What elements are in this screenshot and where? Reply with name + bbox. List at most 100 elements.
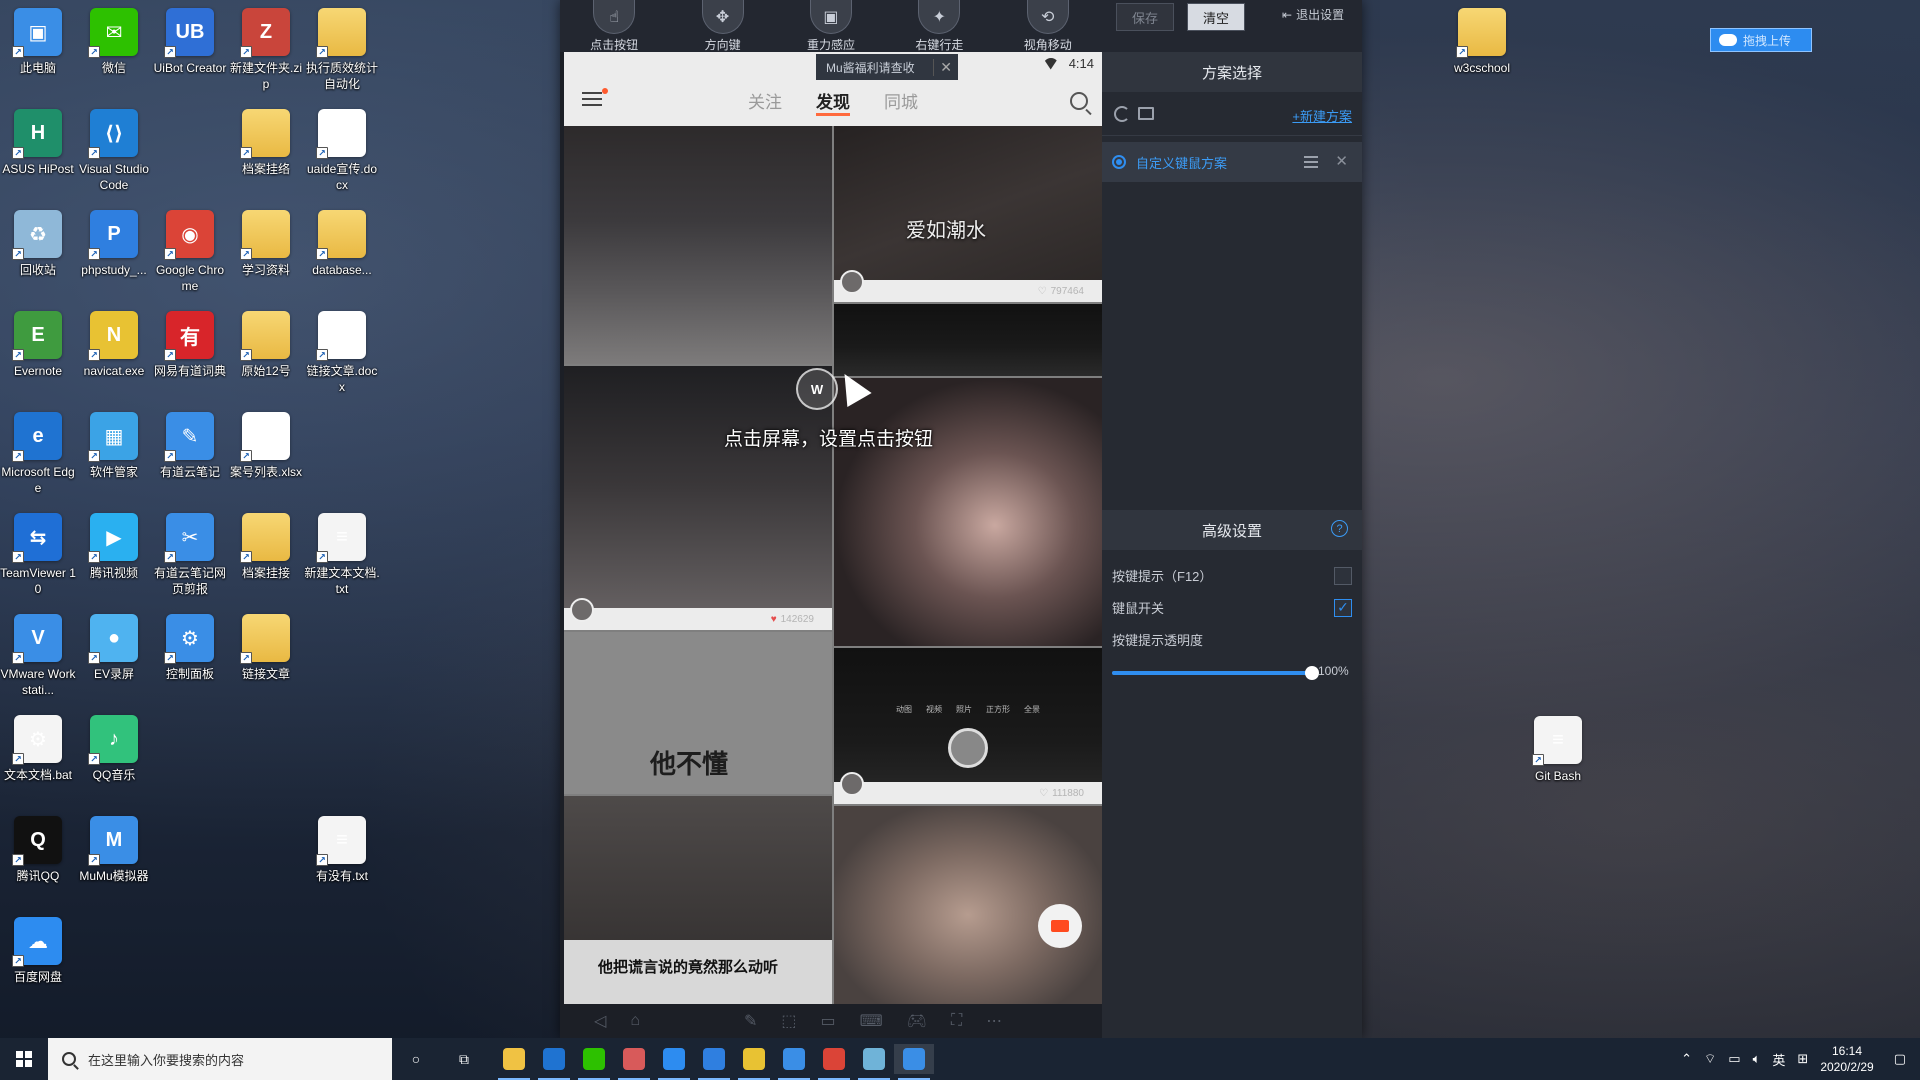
notepad-icon[interactable] <box>854 1044 894 1080</box>
feed-card[interactable]: 他不懂 <box>564 632 832 794</box>
desktop-icon[interactable]: Z ↗ 新建文件夹.zip <box>228 8 304 92</box>
desktop-icon[interactable]: ↗ 链接文章 <box>228 614 304 682</box>
tool-tap-button[interactable]: ☝ 点击按钮 <box>569 0 659 53</box>
desktop-icon[interactable]: H ↗ ASUS HiPost <box>0 109 76 177</box>
tool-view-move[interactable]: ⟲ 视角移动 <box>1003 0 1093 53</box>
tab-discover[interactable]: 发现 <box>816 88 850 116</box>
desktop-icon[interactable]: ▦ ↗ 软件管家 <box>76 412 152 480</box>
gamepad-icon[interactable]: 🎮︎ <box>907 1011 927 1031</box>
desktop-icon[interactable]: V ↗ VMware Workstati... <box>0 614 76 698</box>
desktop-icon[interactable]: W ↗ uaide宣传.docx <box>304 109 380 193</box>
feed-card[interactable] <box>564 126 832 364</box>
record-button[interactable] <box>1038 904 1082 948</box>
close-icon[interactable]: ✕ <box>933 58 952 76</box>
desktop-icon[interactable]: ✉ ↗ 微信 <box>76 8 152 76</box>
window-icon[interactable] <box>774 1044 814 1080</box>
app-icon[interactable] <box>614 1044 654 1080</box>
desktop-icon[interactable]: ☁ ↗ 百度网盘 <box>0 917 76 985</box>
feed-card[interactable] <box>834 304 1102 376</box>
crop-icon[interactable]: ⬚ <box>781 1011 796 1031</box>
desktop-icon[interactable]: ≡ ↗ 新建文本文档.txt <box>304 513 380 597</box>
feed-card[interactable] <box>834 806 1102 1004</box>
desktop-icon[interactable]: ≡ ↗ Git Bash <box>1520 716 1596 784</box>
baidu-netdisk-icon[interactable] <box>654 1044 694 1080</box>
ime-indicator[interactable]: 英 <box>1772 1050 1785 1069</box>
desktop-icon[interactable]: E ↗ Evernote <box>0 311 76 379</box>
volume-icon[interactable]: 🔈︎ <box>1753 1051 1761 1067</box>
desktop-icon[interactable]: ↗ database... <box>304 210 380 278</box>
list-icon[interactable] <box>1304 156 1318 168</box>
desktop-icon[interactable]: ⚙ ↗ 文本文档.bat <box>0 715 76 783</box>
desktop-icon[interactable]: N ↗ navicat.exe <box>76 311 152 379</box>
desktop-icon[interactable]: ↗ 档案挂接 <box>228 513 304 581</box>
desktop-icon[interactable]: ◉ ↗ Google Chrome <box>152 210 228 294</box>
desktop-icon[interactable]: ✎ ↗ 有道云笔记 <box>152 412 228 480</box>
radio-selected-icon[interactable] <box>1112 155 1126 169</box>
feed-card[interactable]: 他把谎言说的竟然那么动听 <box>564 796 832 1004</box>
close-icon[interactable]: ✕ <box>1335 152 1348 170</box>
desktop-icon[interactable]: ▣ ↗ 此电脑 <box>0 8 76 76</box>
exit-settings-button[interactable]: ⇤ 退出设置 <box>1282 6 1344 23</box>
briefcase-icon[interactable]: ▭ <box>821 1011 836 1031</box>
opacity-slider[interactable] <box>1112 666 1319 680</box>
more-icon[interactable]: ⋯ <box>986 1011 1002 1031</box>
navicat-icon[interactable] <box>734 1044 774 1080</box>
desktop-icon[interactable]: X ↗ 案号列表.xlsx <box>228 412 304 480</box>
feed-card[interactable]: ♥ 142629 <box>564 366 832 630</box>
save-button[interactable]: 保存 <box>1116 3 1174 31</box>
desktop-icon[interactable]: ▶ ↗ 腾讯视频 <box>76 513 152 581</box>
desktop-icon[interactable]: ↗ 执行质效统计自动化 <box>304 8 380 92</box>
tab-nearby[interactable]: 同城 <box>884 88 918 116</box>
desktop-icon[interactable]: ↗ w3cschool <box>1444 8 1520 76</box>
keyboard-icon[interactable]: ⌨ <box>860 1011 883 1031</box>
back-icon[interactable]: ◁ <box>594 1011 606 1031</box>
desktop-icon[interactable]: ↗ 档案挂络 <box>228 109 304 177</box>
clock[interactable]: 16:14 2020/2/29 <box>1820 1043 1873 1075</box>
home-icon[interactable]: ⌂ <box>630 1012 640 1030</box>
key-hint-checkbox[interactable] <box>1334 566 1352 585</box>
desktop-icon[interactable]: Q ↗ 腾讯QQ <box>0 816 76 884</box>
desktop-icon[interactable]: ✂ ↗ 有道云笔记网页剪报 <box>152 513 228 597</box>
new-scheme-link[interactable]: +新建方案 <box>1292 106 1352 125</box>
file-explorer-icon[interactable] <box>494 1044 534 1080</box>
tool-right-click-walk[interactable]: ✦ 右键行走 <box>894 0 984 53</box>
mumu-icon[interactable] <box>894 1044 934 1080</box>
desktop-icon[interactable]: ♪ ↗ QQ音乐 <box>76 715 152 783</box>
notice-banner[interactable]: Mu酱福利请查收 ✕ <box>816 54 958 80</box>
tab-follow[interactable]: 关注 <box>748 88 782 116</box>
desktop-icon[interactable]: ≡ ↗ 有没有.txt <box>304 816 380 884</box>
feed-card[interactable]: 动图 视频 照片 正方形 全景 ♡ 111880 <box>834 648 1102 804</box>
network-icon[interactable]: ⌔ <box>1704 1051 1716 1067</box>
desktop-icon[interactable]: ↗ 学习资料 <box>228 210 304 278</box>
refresh-icon[interactable] <box>1114 106 1130 122</box>
slider-handle[interactable] <box>1305 666 1319 680</box>
notification-icon[interactable]: ▢ <box>1894 1051 1906 1067</box>
android-screen[interactable]: Mu酱福利请查收 ✕ 4:14 关注 发现 同城 爱如潮水 ♡ 797464 ♥… <box>564 52 1102 1004</box>
desktop-icon[interactable]: 有 ↗ 网易有道词典 <box>152 311 228 379</box>
start-button[interactable] <box>0 1038 48 1080</box>
tool-gravity[interactable]: ▣ 重力感应 <box>786 0 876 53</box>
desktop-icon[interactable]: ⟨⟩ ↗ Visual Studio Code <box>76 109 152 193</box>
desktop-icon[interactable]: ♻ ↗ 回收站 <box>0 210 76 278</box>
tool-dpad[interactable]: ✥ 方向键 <box>678 0 768 53</box>
task-view-icon[interactable]: ⧉ <box>444 1044 484 1074</box>
desktop-icon[interactable]: ● ↗ EV录屏 <box>76 614 152 682</box>
desktop-icon[interactable]: ⚙ ↗ 控制面板 <box>152 614 228 682</box>
feed-card[interactable]: 爱如潮水 ♡ 797464 <box>834 126 1102 302</box>
drag-upload-button[interactable]: 拖拽上传 <box>1710 28 1812 52</box>
battery-icon[interactable]: ▭ <box>1728 1051 1740 1067</box>
folder-icon[interactable] <box>1138 107 1154 120</box>
edge-icon[interactable] <box>534 1044 574 1080</box>
chrome-icon[interactable] <box>814 1044 854 1080</box>
wechat-icon[interactable] <box>574 1044 614 1080</box>
input-mode-icon[interactable]: ⊞ <box>1797 1051 1808 1067</box>
desktop-icon[interactable]: ↗ 原始12号 <box>228 311 304 379</box>
desktop-icon[interactable]: ⇆ ↗ TeamViewer 10 <box>0 513 76 597</box>
scheme-item[interactable]: 自定义键鼠方案 ✕ <box>1102 142 1362 182</box>
cortana-icon[interactable]: ○ <box>396 1044 436 1074</box>
keymap-icon[interactable]: ✎ <box>744 1011 757 1031</box>
chevron-up-icon[interactable]: ⌃ <box>1681 1051 1692 1067</box>
taskbar-search[interactable]: 在这里输入你要搜索的内容 <box>48 1038 392 1080</box>
search-icon[interactable] <box>1070 92 1088 110</box>
feed-card[interactable] <box>834 378 1102 646</box>
